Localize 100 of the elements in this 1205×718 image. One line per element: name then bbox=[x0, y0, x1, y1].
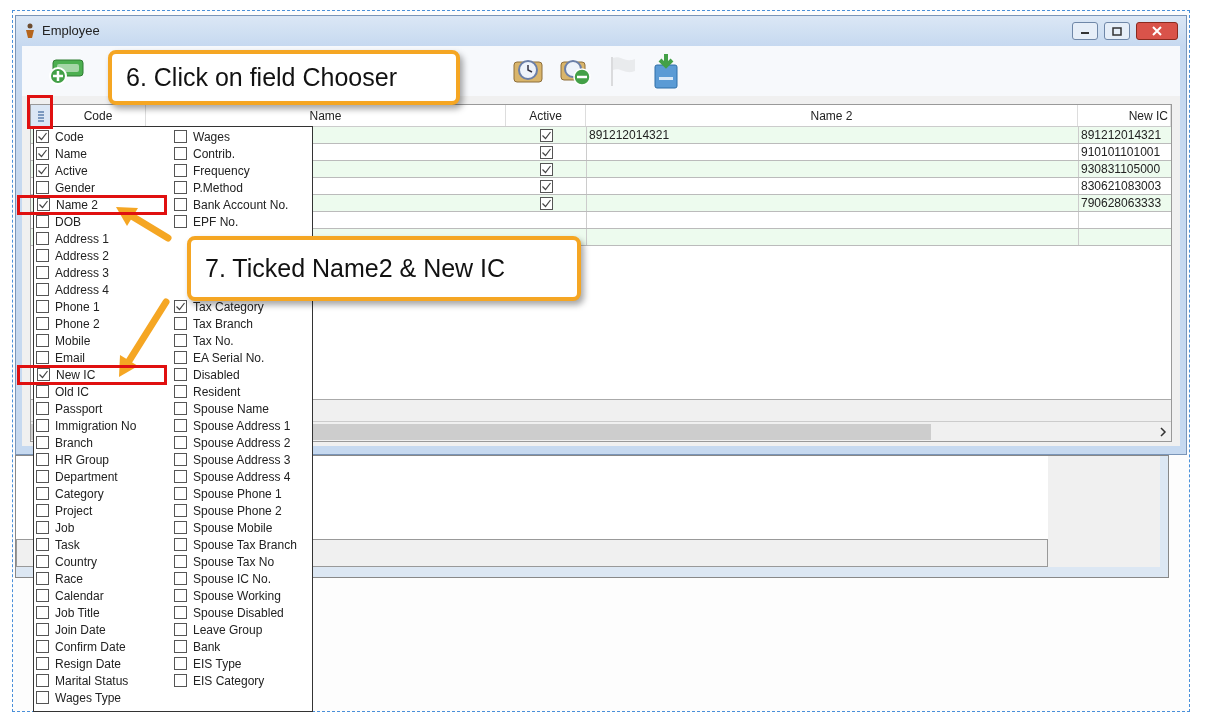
field-checkbox[interactable] bbox=[36, 385, 49, 398]
field-checkbox[interactable] bbox=[174, 130, 187, 143]
field-checkbox[interactable] bbox=[36, 470, 49, 483]
field-checkbox[interactable] bbox=[36, 572, 49, 585]
field-checkbox[interactable] bbox=[36, 147, 49, 160]
field-checkbox[interactable] bbox=[174, 674, 187, 687]
field-checkbox[interactable] bbox=[37, 368, 50, 381]
table-cell-text: 930831105000 bbox=[1081, 161, 1161, 178]
field-checkbox[interactable] bbox=[174, 589, 187, 602]
close-button[interactable] bbox=[1136, 22, 1178, 40]
column-header[interactable]: Active bbox=[529, 106, 562, 125]
active-checkbox[interactable] bbox=[539, 162, 553, 176]
maximize-button[interactable] bbox=[1104, 22, 1130, 40]
field-checkbox[interactable] bbox=[36, 674, 49, 687]
field-checkbox[interactable] bbox=[36, 249, 49, 262]
field-checkbox[interactable] bbox=[174, 436, 187, 449]
field-checkbox[interactable] bbox=[174, 504, 187, 517]
minimize-button[interactable] bbox=[1072, 22, 1098, 40]
field-checkbox[interactable] bbox=[174, 164, 187, 177]
field-checkbox[interactable] bbox=[174, 640, 187, 653]
field-checkbox[interactable] bbox=[174, 470, 187, 483]
column-header[interactable]: New IC bbox=[1128, 106, 1168, 125]
field-checkbox[interactable] bbox=[36, 623, 49, 636]
field-checkbox[interactable] bbox=[36, 487, 49, 500]
field-checkbox[interactable] bbox=[174, 181, 187, 194]
field-checkbox[interactable] bbox=[174, 402, 187, 415]
field-checkbox[interactable] bbox=[174, 385, 187, 398]
field-checkbox[interactable] bbox=[174, 334, 187, 347]
field-checkbox[interactable] bbox=[36, 555, 49, 568]
field-label: Department bbox=[55, 470, 118, 483]
field-checkbox[interactable] bbox=[174, 453, 187, 466]
field-checkbox[interactable] bbox=[36, 232, 49, 245]
field-checkbox[interactable] bbox=[174, 317, 187, 330]
field-checkbox[interactable] bbox=[174, 419, 187, 432]
field-checkbox[interactable] bbox=[36, 436, 49, 449]
money-add-icon[interactable] bbox=[47, 56, 85, 86]
column-header[interactable]: Name 2 bbox=[810, 106, 853, 125]
field-checkbox[interactable] bbox=[174, 538, 187, 551]
active-checkbox[interactable] bbox=[539, 196, 553, 210]
field-checkbox[interactable] bbox=[174, 487, 187, 500]
field-checkbox[interactable] bbox=[36, 215, 49, 228]
app-icon bbox=[24, 23, 36, 39]
field-checkbox[interactable] bbox=[174, 368, 187, 381]
field-checkbox[interactable] bbox=[174, 657, 187, 670]
field-checkbox[interactable] bbox=[174, 147, 187, 160]
field-checkbox[interactable] bbox=[36, 130, 49, 143]
field-checkbox[interactable] bbox=[174, 198, 187, 211]
field-label: Disabled bbox=[193, 368, 240, 381]
field-checkbox[interactable] bbox=[36, 521, 49, 534]
field-checkbox[interactable] bbox=[36, 317, 49, 330]
field-checkbox[interactable] bbox=[174, 606, 187, 619]
field-label: Project bbox=[55, 504, 93, 517]
field-checkbox[interactable] bbox=[36, 657, 49, 670]
active-checkbox[interactable] bbox=[539, 179, 553, 193]
field-checkbox[interactable] bbox=[36, 351, 49, 364]
field-checkbox[interactable] bbox=[36, 300, 49, 313]
list-icon bbox=[36, 109, 45, 122]
field-checkbox[interactable] bbox=[36, 181, 49, 194]
field-checkbox[interactable] bbox=[174, 623, 187, 636]
field-checkbox[interactable] bbox=[36, 691, 49, 704]
field-checkbox[interactable] bbox=[36, 589, 49, 602]
active-checkbox[interactable] bbox=[539, 128, 553, 142]
field-label: Leave Group bbox=[193, 623, 263, 636]
field-checkbox[interactable] bbox=[174, 351, 187, 364]
field-checkbox[interactable] bbox=[36, 164, 49, 177]
field-checkbox[interactable] bbox=[174, 521, 187, 534]
column-header[interactable]: Name bbox=[309, 106, 342, 125]
scroll-right-icon[interactable] bbox=[1159, 426, 1167, 437]
field-checkbox[interactable] bbox=[174, 555, 187, 568]
field-checkbox[interactable] bbox=[36, 402, 49, 415]
active-checkbox[interactable] bbox=[539, 145, 553, 159]
field-label: Address 4 bbox=[55, 283, 110, 296]
cabinet-icon[interactable] bbox=[651, 53, 681, 89]
field-checkbox[interactable] bbox=[36, 504, 49, 517]
field-checkbox[interactable] bbox=[174, 300, 187, 313]
field-label: Spouse Phone 1 bbox=[193, 487, 282, 500]
field-checkbox[interactable] bbox=[36, 453, 49, 466]
field-checkbox[interactable] bbox=[36, 419, 49, 432]
field-checkbox[interactable] bbox=[37, 198, 50, 211]
field-checkbox[interactable] bbox=[174, 215, 187, 228]
field-label: Spouse Address 4 bbox=[193, 470, 291, 483]
field-chooser-button[interactable] bbox=[31, 105, 51, 126]
field-checkbox[interactable] bbox=[36, 538, 49, 551]
field-label: Spouse Mobile bbox=[193, 521, 273, 534]
highlight-frame bbox=[27, 95, 53, 129]
field-checkbox[interactable] bbox=[36, 606, 49, 619]
field-label: Branch bbox=[55, 436, 94, 449]
field-checkbox[interactable] bbox=[36, 640, 49, 653]
callout: 7. Ticked Name2 & New IC bbox=[187, 236, 581, 301]
field-label: HR Group bbox=[55, 453, 110, 466]
field-checkbox[interactable] bbox=[174, 572, 187, 585]
field-checkbox[interactable] bbox=[36, 283, 49, 296]
field-label: Task bbox=[55, 538, 80, 551]
field-label: Calendar bbox=[55, 589, 104, 602]
column-header[interactable]: Code bbox=[83, 106, 113, 125]
field-checkbox[interactable] bbox=[36, 266, 49, 279]
field-label: Mobile bbox=[55, 334, 91, 347]
field-checkbox[interactable] bbox=[36, 334, 49, 347]
field-label: Name bbox=[55, 147, 87, 160]
field-label: Spouse Working bbox=[193, 589, 281, 602]
